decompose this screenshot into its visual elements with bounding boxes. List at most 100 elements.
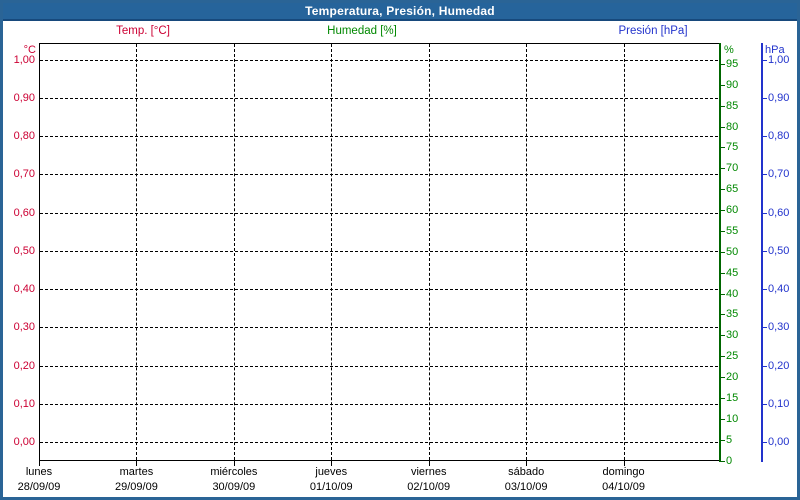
humidity-axis-tick bbox=[721, 272, 725, 274]
humidity-axis-tick-label: 60 bbox=[726, 204, 739, 216]
x-axis-day-date: 30/09/09 bbox=[212, 481, 256, 493]
pressure-axis-tick-label: 0,50 bbox=[768, 244, 790, 257]
left-axis-tick-label: 0,00 bbox=[13, 436, 35, 448]
x-axis-day-date: 28/09/09 bbox=[17, 481, 61, 493]
humidity-axis-tick-label: 25 bbox=[726, 350, 739, 363]
left-axis-tick-label: 0,30 bbox=[13, 321, 35, 334]
pressure-axis-tick-label: 0,30 bbox=[768, 321, 790, 334]
pressure-axis-tick-label: 0,80 bbox=[768, 130, 790, 142]
humidity-axis-tick-label: 10 bbox=[726, 412, 739, 425]
humidity-axis-tick bbox=[721, 168, 725, 170]
h-gridline bbox=[40, 250, 718, 252]
left-axis-tick-label: 1,00 bbox=[13, 53, 35, 66]
humidity-axis-tick-label: 20 bbox=[726, 371, 739, 383]
h-gridline bbox=[40, 327, 718, 329]
v-gridline bbox=[331, 44, 333, 460]
humidity-axis-tick bbox=[721, 84, 725, 86]
humidity-axis-tick bbox=[721, 335, 725, 337]
left-axis-tick-label: 0,80 bbox=[13, 130, 35, 142]
humidity-axis-tick-label: 70 bbox=[726, 162, 739, 175]
humidity-axis-tick-label: 75 bbox=[726, 141, 739, 154]
pressure-axis-tick-label: 0,40 bbox=[768, 283, 790, 295]
pressure-axis-line bbox=[761, 43, 763, 462]
humidity-axis-tick bbox=[721, 105, 725, 107]
h-gridline bbox=[40, 59, 718, 61]
humidity-axis-tick bbox=[721, 63, 725, 65]
pressure-axis-tick-label: 0,00 bbox=[768, 436, 790, 448]
humidity-axis-tick-label: 30 bbox=[726, 329, 739, 342]
humidity-axis-tick-label: 65 bbox=[726, 183, 739, 196]
pressure-axis-tick-label: 1,00 bbox=[768, 53, 790, 66]
legend-pressure: Presión [hPa] bbox=[618, 25, 688, 37]
pressure-axis-tick bbox=[763, 250, 767, 252]
left-axis-tick-label: 0,70 bbox=[13, 168, 35, 181]
x-axis-day-date: 03/10/09 bbox=[504, 481, 548, 493]
left-axis-tick-label: 0,10 bbox=[13, 397, 35, 410]
h-gridline bbox=[40, 212, 718, 214]
humidity-axis-tick-label: 5 bbox=[726, 433, 733, 446]
x-axis-day-name: jueves bbox=[315, 466, 348, 478]
pressure-axis-tick-label: 0,60 bbox=[768, 206, 790, 219]
legend-temperature: Temp. [°C] bbox=[116, 25, 170, 37]
humidity-axis-tick bbox=[721, 189, 725, 191]
humidity-axis-tick bbox=[721, 210, 725, 211]
humidity-axis-tick-label: 90 bbox=[726, 78, 739, 91]
humidity-axis-tick-label: 55 bbox=[726, 224, 739, 237]
x-axis-day-name: lunes bbox=[25, 466, 53, 478]
pressure-axis-tick bbox=[763, 59, 767, 61]
pressure-axis-tick bbox=[763, 289, 767, 290]
humidity-axis-tick bbox=[721, 251, 725, 253]
pressure-axis-tick bbox=[763, 97, 767, 99]
humidity-axis-tick-label: 40 bbox=[726, 287, 739, 300]
h-gridline bbox=[40, 174, 718, 176]
x-axis-day-date: 04/10/09 bbox=[602, 481, 645, 493]
pressure-axis-tick bbox=[763, 442, 767, 443]
h-gridline bbox=[40, 403, 718, 405]
left-axis-tick-label: 0,40 bbox=[13, 283, 35, 295]
left-axis-tick-label: 0,60 bbox=[13, 206, 35, 219]
pressure-axis-tick-label: 0,20 bbox=[768, 359, 790, 372]
humidity-axis-tick bbox=[721, 293, 725, 295]
humidity-axis-tick-label: 95 bbox=[726, 57, 739, 70]
pressure-axis-tick bbox=[763, 136, 767, 137]
x-axis-day-date: 02/10/09 bbox=[407, 481, 451, 493]
humidity-axis-tick bbox=[721, 377, 725, 378]
h-gridline bbox=[40, 442, 718, 443]
humidity-axis-tick-label: 15 bbox=[726, 391, 739, 404]
humidity-axis-tick-label: 45 bbox=[726, 266, 739, 279]
humidity-axis-tick bbox=[721, 460, 725, 462]
pressure-axis-tick-label: 0,10 bbox=[768, 397, 790, 410]
humidity-axis-tick-label: 0 bbox=[726, 454, 733, 467]
humidity-axis-tick bbox=[721, 397, 725, 399]
pressure-axis-tick bbox=[763, 403, 767, 405]
pressure-axis-tick bbox=[763, 327, 767, 329]
h-gridline bbox=[40, 289, 718, 290]
humidity-axis-tick-label: 80 bbox=[726, 120, 739, 133]
humidity-axis-tick bbox=[721, 418, 725, 420]
humidity-axis-tick bbox=[721, 314, 725, 316]
weather-chart-widget: Temperatura, Presión, Humedad Temp. [°C]… bbox=[0, 0, 800, 500]
h-gridline bbox=[40, 97, 718, 99]
humidity-axis-tick bbox=[721, 439, 725, 441]
left-axis-tick-label: 0,50 bbox=[13, 244, 35, 257]
h-gridline bbox=[40, 365, 718, 367]
x-axis-day-date: 29/09/09 bbox=[115, 481, 158, 493]
humidity-axis-tick bbox=[721, 356, 725, 358]
humidity-axis-tick-label: 85 bbox=[726, 99, 739, 112]
humidity-axis-tick bbox=[721, 147, 725, 149]
x-axis-day-name: martes bbox=[119, 466, 154, 478]
humidity-axis-tick bbox=[721, 230, 725, 232]
v-gridline bbox=[233, 44, 235, 460]
plot-area bbox=[39, 43, 719, 461]
x-axis-day-name: miércoles bbox=[210, 466, 258, 478]
pressure-axis-tick-label: 0,70 bbox=[768, 168, 790, 181]
pressure-axis-tick-label: 0,90 bbox=[768, 91, 790, 104]
chart-title: Temperatura, Presión, Humedad bbox=[305, 4, 495, 18]
h-gridline bbox=[40, 136, 718, 137]
pressure-axis-tick bbox=[763, 174, 767, 176]
x-axis-day-name: viernes bbox=[410, 466, 447, 478]
v-gridline bbox=[526, 44, 528, 460]
x-axis-day-name: domingo bbox=[602, 466, 645, 478]
humidity-axis-tick-label: 35 bbox=[726, 308, 739, 321]
left-axis-tick-label: 0,90 bbox=[13, 91, 35, 104]
